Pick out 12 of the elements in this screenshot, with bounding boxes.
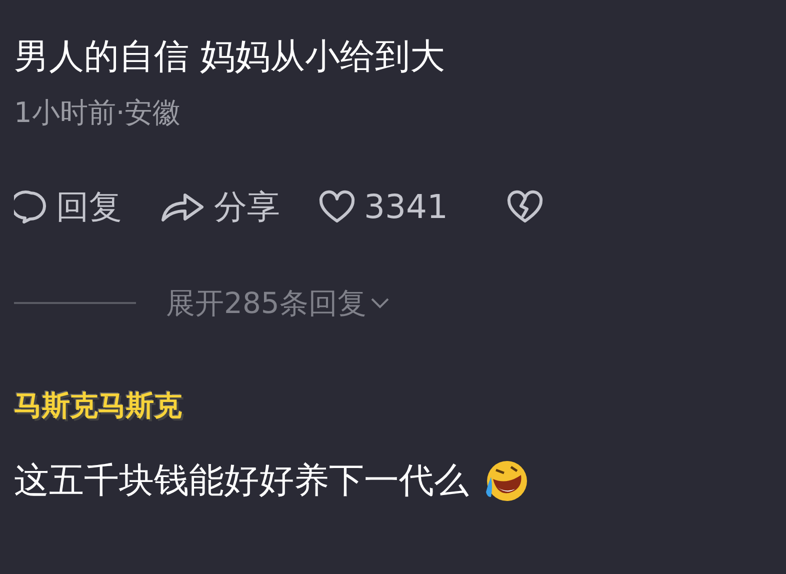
chevron-down-icon: [370, 296, 390, 310]
username[interactable]: 马斯克马斯克: [14, 385, 182, 427]
broken-heart-icon[interactable]: [506, 190, 544, 224]
comment-meta: 1小时前·安徽: [14, 95, 182, 131]
like-button[interactable]: 3341: [318, 182, 448, 232]
expand-replies-button[interactable]: 展开285条回复: [166, 282, 390, 325]
share-button[interactable]: 分享: [160, 182, 280, 232]
comment-bubble-icon: [14, 190, 48, 224]
reply-button[interactable]: 回复: [14, 182, 122, 232]
reply-text: 这五千块钱能好好养下一代么: [14, 460, 469, 503]
heart-icon: [318, 190, 356, 224]
comment-text: 男人的自信 妈妈从小给到大: [14, 36, 446, 78]
